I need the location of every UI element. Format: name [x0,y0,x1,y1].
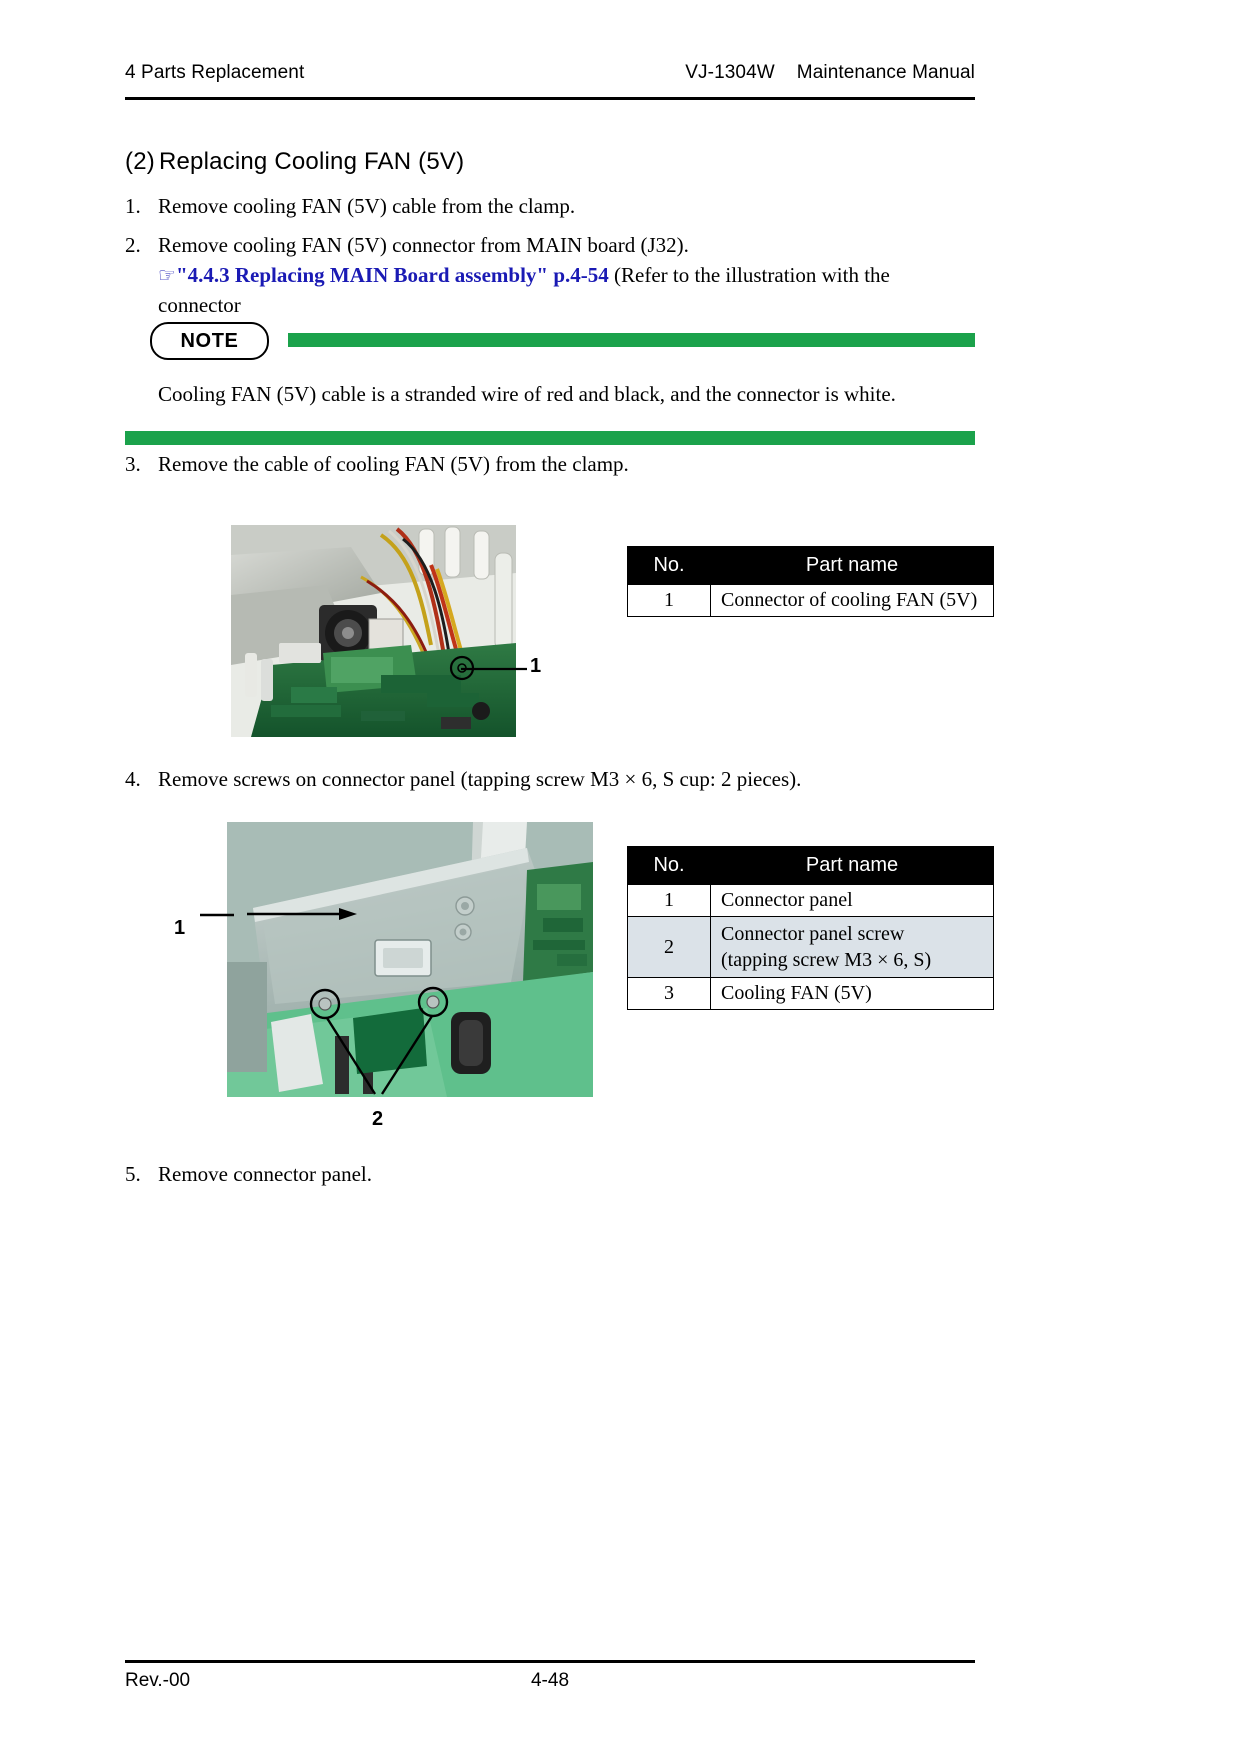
table-header-row: No. Part name [627,846,994,885]
parts-table-1-grid: No. Part name 1 Connector of cooling FAN… [627,546,994,617]
step-4: 4. Remove screws on connector panel (tap… [125,765,975,795]
parts-table-2: No. Part name 1 Connector panel 2 Connec… [627,846,994,1010]
header-divider [125,97,975,100]
table-2-row-1-no: 1 [627,884,711,917]
table-row: 2 Connector panel screw (tapping screw M… [627,916,994,978]
table-2-col-name: Part name [710,846,994,885]
header-manual-name: Maintenance Manual [796,62,975,83]
step-5-text: Remove connector panel. [158,1162,372,1186]
footer-page-number: 4-48 [530,1670,570,1691]
step-4-number: 4. [125,767,141,791]
step-2-line1: Remove cooling FAN (5V) connector from M… [158,233,689,257]
table-2-col-no: No. [627,846,711,885]
table-1-col-name: Part name [710,546,994,585]
table-1-col-no: No. [627,546,711,585]
table-row: 3 Cooling FAN (5V) [627,977,994,1010]
page-header: 4 Parts Replacement VJ-1304W Maintenance… [125,62,975,84]
step-3-text: Remove the cable of cooling FAN (5V) fro… [158,452,629,476]
table-2-row-1-name: Connector panel [710,884,994,917]
figure-1-callout-1: 1 [530,655,542,677]
header-model: VJ-1304W [685,62,775,83]
table-row: 1 Connector panel [627,884,994,917]
step-5: 5. Remove connector panel. [125,1160,975,1190]
footer-divider [125,1660,975,1663]
figure-2-callout-2: 2 [372,1108,384,1130]
pointing-hand-icon: ☞ [158,262,176,287]
table-header-row: No. Part name [627,546,994,585]
figure-2-callout-1: 1 [174,917,186,939]
manual-page: 4 Parts Replacement VJ-1304W Maintenance… [0,0,1240,1754]
table-2-row-3-no: 3 [627,977,711,1010]
figure-1-image [231,525,516,737]
table-2-row-2-name: Connector panel screw (tapping screw M3 … [710,916,994,978]
step-1-text: Remove cooling FAN (5V) cable from the c… [158,194,576,218]
page-title: (2) Replacing Cooling FAN (5V) [125,148,464,176]
step-5-number: 5. [125,1162,141,1186]
step-4-text: Remove screws on connector panel (tappin… [158,767,802,791]
table-row: 1 Connector of cooling FAN (5V) [627,584,994,617]
header-doc-info: VJ-1304W Maintenance Manual [685,62,975,84]
note-block: NOTE Cooling FAN (5V) cable is a strande… [125,322,975,446]
step-1: 1. Remove cooling FAN (5V) cable from th… [125,192,975,222]
table-2-row-3-name: Cooling FAN (5V) [710,977,994,1010]
table-1-row-1-name: Connector of cooling FAN (5V) [710,584,994,617]
note-bar-top [288,333,975,347]
note-bar-bottom [125,431,975,446]
photo-connector-panel-screws [227,822,593,1097]
note-header: NOTE [125,322,975,362]
parts-table-1: No. Part name 1 Connector of cooling FAN… [627,546,994,617]
table-1-row-1-no: 1 [627,584,711,617]
note-text: Cooling FAN (5V) cable is a stranded wir… [158,382,896,406]
cross-reference-link[interactable]: "4.4.3 Replacing MAIN Board assembly" p.… [176,263,609,287]
step-1-number: 1. [125,194,141,218]
step-3-number: 3. [125,452,141,476]
section-title-text: Replacing Cooling FAN (5V) [158,148,465,175]
table-2-row-2-no: 2 [627,916,711,978]
figure-2-callout-1-leader [200,913,234,917]
section-number: (2) [125,148,155,175]
step-3: 3. Remove the cable of cooling FAN (5V) … [125,450,975,480]
figure-2-image [227,822,593,1097]
parts-table-2-grid: No. Part name 1 Connector panel 2 Connec… [627,846,994,1010]
note-badge: NOTE [150,322,269,360]
header-section-title: 4 Parts Replacement [125,62,305,83]
photo-main-board-fan-connector [231,525,516,737]
